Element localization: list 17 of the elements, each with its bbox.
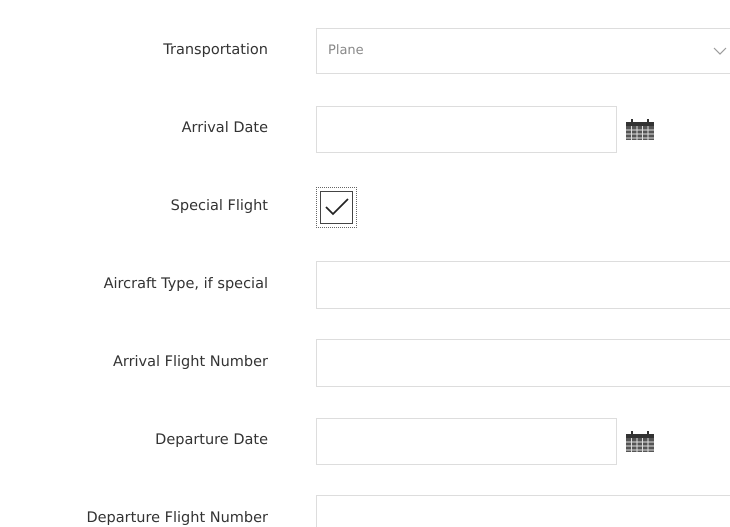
calendar-icon[interactable] [625,429,655,453]
field-label: Arrival Flight Number [112,353,268,372]
check-icon [324,197,350,217]
field-label: Special Flight [170,197,268,216]
checkbox[interactable] [316,186,357,228]
text-input-field[interactable] [316,261,730,309]
calendar-icon[interactable] [625,117,655,141]
chevron-down-icon [713,47,727,55]
text-input-field[interactable] [316,339,730,387]
date-input-field[interactable] [316,418,617,464]
field-label: Transportation [162,41,268,60]
date-input-field[interactable] [316,106,617,152]
field-label: Arrival Date [180,119,268,138]
field-label: Departure Flight Number [85,509,268,527]
field-label: Departure Date [154,431,268,450]
transportation-dropdown[interactable]: Plane [316,28,730,74]
field-label: Aircraft Type, if special [102,275,268,294]
